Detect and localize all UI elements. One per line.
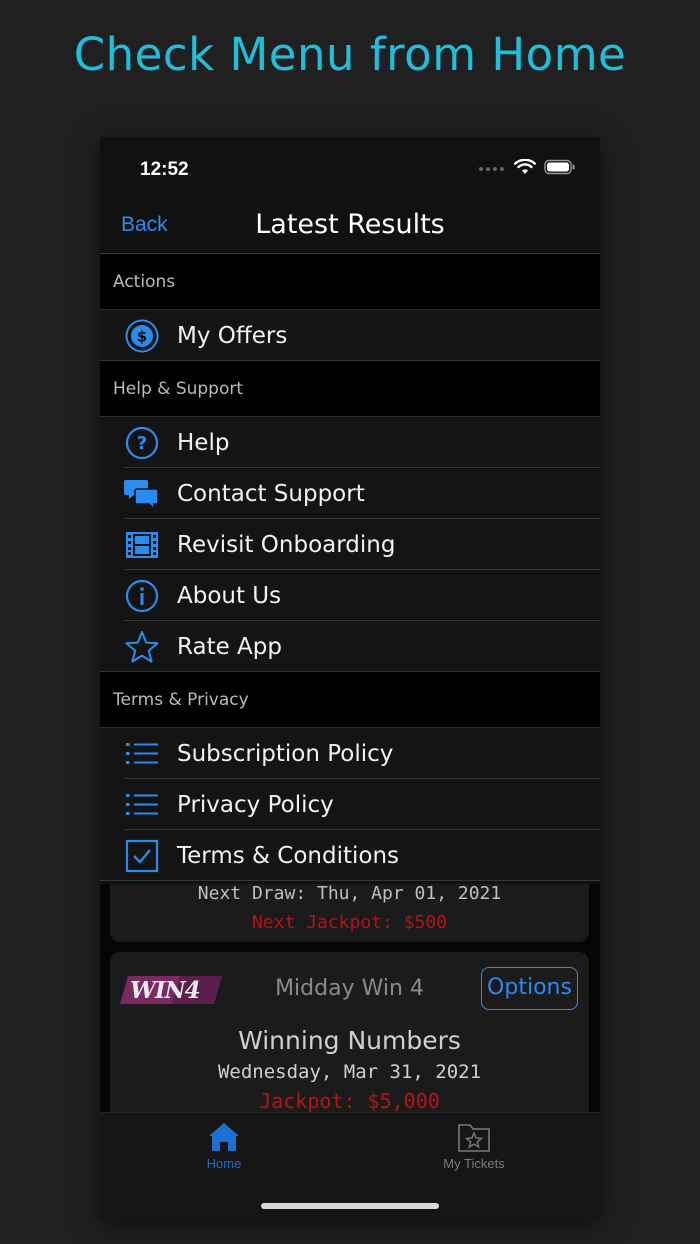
status-indicators xyxy=(479,158,576,179)
jackpot-text: Jackpot: $5,000 xyxy=(259,1089,440,1113)
svg-text:?: ? xyxy=(137,433,147,454)
tab-bar: Home My Tickets xyxy=(100,1112,600,1219)
menu-item-label: Terms & Conditions xyxy=(177,842,400,869)
list-icon xyxy=(124,736,160,772)
menu-item-rate-app[interactable]: Rate App xyxy=(100,621,600,672)
page-title: Latest Results xyxy=(255,209,445,240)
phone-screen: 12:52 Back Latest Results Actions $ My O… xyxy=(100,137,600,1219)
svg-text:$: $ xyxy=(137,327,147,345)
results-list: Next Draw: Thu, Apr 01, 2021 Next Jackpo… xyxy=(100,884,600,1122)
dollar-circle-icon: $ xyxy=(124,318,160,354)
next-draw-text: Next Draw: Thu, Apr 01, 2021 xyxy=(197,883,502,904)
cellular-signal-icon xyxy=(479,167,504,171)
menu-item-label: Subscription Policy xyxy=(177,740,394,767)
checkbox-icon xyxy=(124,838,160,874)
menu-item-revisit-onboarding[interactable]: Revisit Onboarding xyxy=(100,519,600,570)
previous-result-card: Next Draw: Thu, Apr 01, 2021 Next Jackpo… xyxy=(110,884,589,942)
menu-item-help[interactable]: ? Help xyxy=(100,417,600,468)
question-circle-icon: ? xyxy=(124,425,160,461)
next-jackpot-text: Next Jackpot: $500 xyxy=(251,912,448,933)
section-header-help-support: Help & Support xyxy=(100,361,600,417)
menu-item-contact-support[interactable]: Contact Support xyxy=(100,468,600,519)
section-header-actions: Actions xyxy=(100,254,600,310)
options-button[interactable]: Options xyxy=(481,967,578,1010)
battery-icon xyxy=(544,159,576,179)
home-icon xyxy=(209,1123,239,1151)
list-icon xyxy=(124,787,160,823)
menu-list: Actions $ My Offers Help & Support ? Hel… xyxy=(100,254,600,881)
menu-item-my-offers[interactable]: $ My Offers xyxy=(100,310,600,361)
info-circle-icon xyxy=(124,578,160,614)
wifi-icon xyxy=(514,158,536,179)
page-headline: Check Menu from Home xyxy=(73,28,627,81)
navigation-bar: Back Latest Results xyxy=(100,199,600,254)
menu-item-terms-conditions[interactable]: Terms & Conditions xyxy=(100,830,600,881)
menu-item-label: Help xyxy=(177,429,230,456)
tab-my-tickets[interactable]: My Tickets xyxy=(414,1121,534,1171)
menu-item-label: Revisit Onboarding xyxy=(177,531,396,558)
home-indicator[interactable] xyxy=(261,1203,439,1209)
win4-result-card[interactable]: WIN4 Midday Win 4 Options Winning Number… xyxy=(110,952,589,1122)
draw-date: Wednesday, Mar 31, 2021 xyxy=(217,1061,482,1083)
menu-item-privacy-policy[interactable]: Privacy Policy xyxy=(100,779,600,830)
menu-item-label: Rate App xyxy=(177,633,282,660)
menu-item-label: Contact Support xyxy=(177,480,365,507)
tab-label: Home xyxy=(206,1156,242,1171)
tab-label: My Tickets xyxy=(443,1156,505,1171)
chat-bubbles-icon xyxy=(124,476,160,512)
star-icon xyxy=(124,629,160,665)
menu-item-subscription-policy[interactable]: Subscription Policy xyxy=(100,728,600,779)
ticket-folder-icon xyxy=(458,1124,490,1152)
menu-item-label: About Us xyxy=(177,582,282,609)
tab-home[interactable]: Home xyxy=(164,1121,284,1171)
menu-item-about-us[interactable]: About Us xyxy=(100,570,600,621)
menu-item-label: Privacy Policy xyxy=(177,791,334,818)
section-header-terms-privacy: Terms & Privacy xyxy=(100,672,600,728)
winning-numbers-title: Winning Numbers xyxy=(238,1026,461,1055)
film-icon xyxy=(124,527,160,563)
menu-item-label: My Offers xyxy=(177,322,288,349)
status-bar: 12:52 xyxy=(100,137,600,199)
status-time: 12:52 xyxy=(140,159,189,180)
